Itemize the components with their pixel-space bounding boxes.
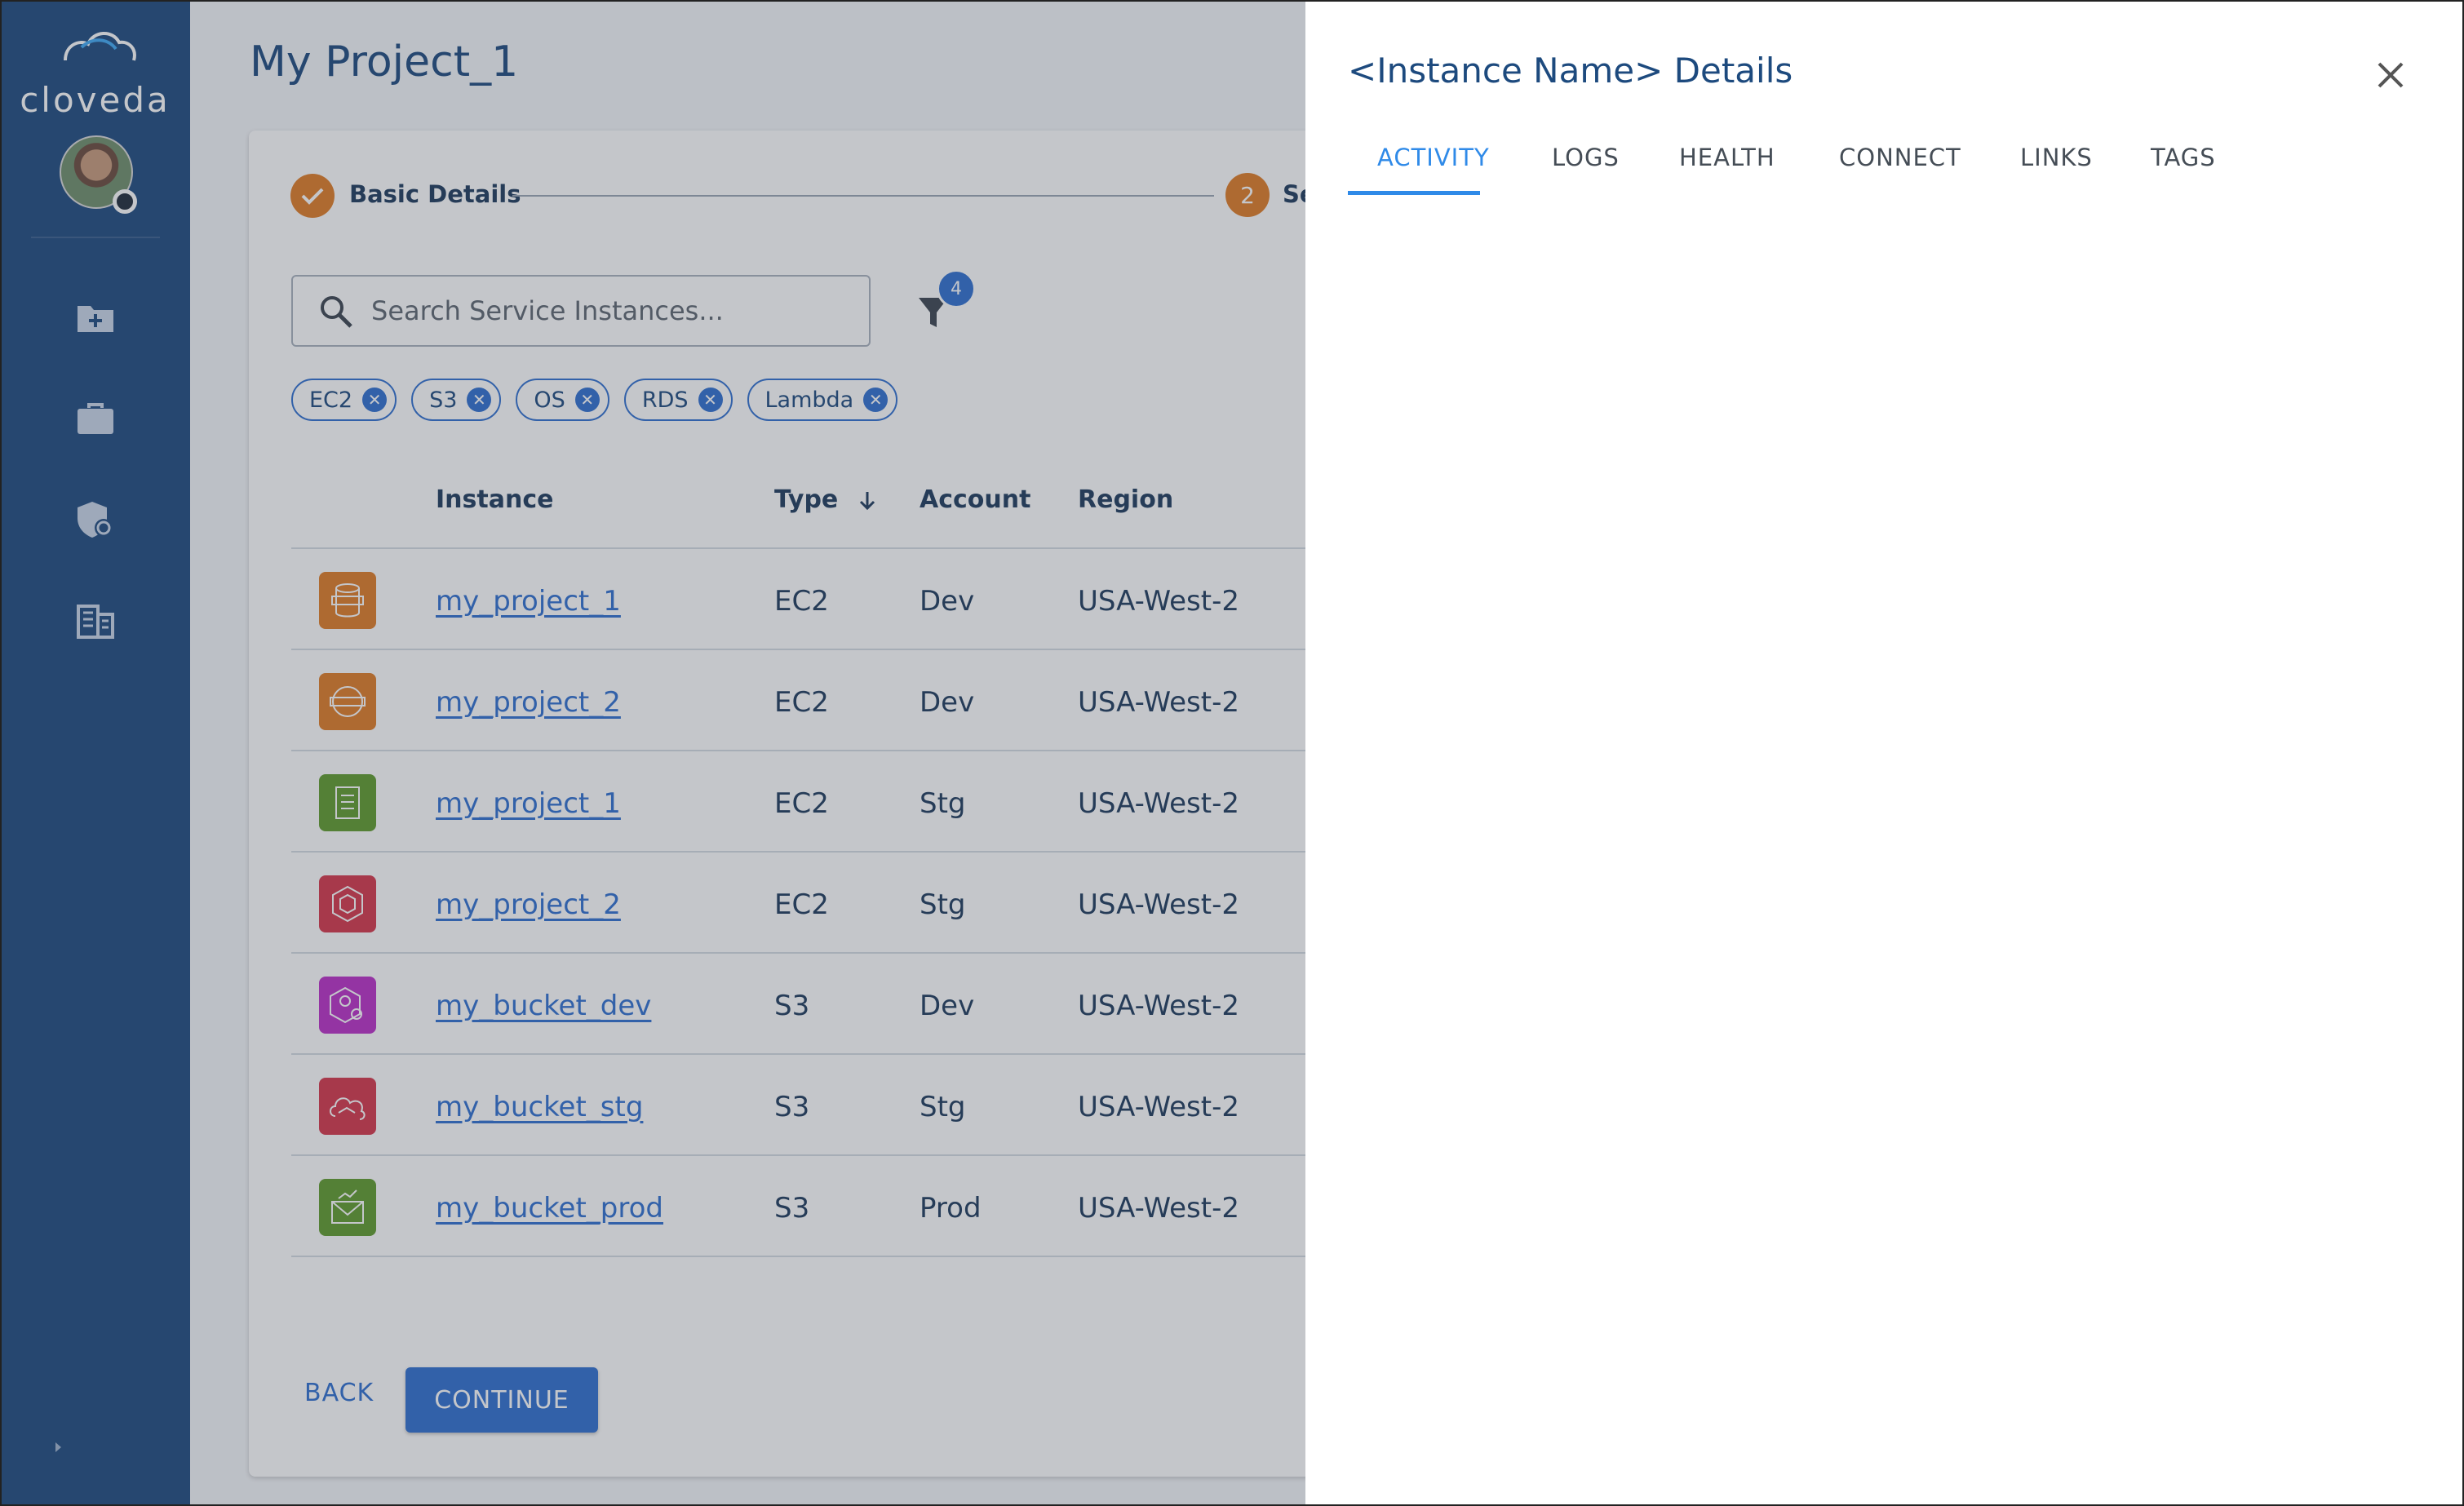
tab-logs[interactable]: LOGS <box>1552 144 1620 171</box>
tab-tags[interactable]: TAGS <box>2151 144 2216 171</box>
modal-backdrop[interactable] <box>0 0 1305 1506</box>
tab-health[interactable]: HEALTH <box>1679 144 1775 171</box>
instance-details-drawer: <Instance Name> Details ACTIVITY LOGS HE… <box>1305 0 2464 1506</box>
tab-activity[interactable]: ACTIVITY <box>1377 144 1490 171</box>
tab-links[interactable]: LINKS <box>2020 144 2093 171</box>
close-icon[interactable] <box>2373 57 2409 93</box>
drawer-title: <Instance Name> Details <box>1348 51 1793 91</box>
tab-connect[interactable]: CONNECT <box>1839 144 1961 171</box>
drawer-content <box>1348 212 2433 1468</box>
active-tab-indicator <box>1348 191 1480 195</box>
